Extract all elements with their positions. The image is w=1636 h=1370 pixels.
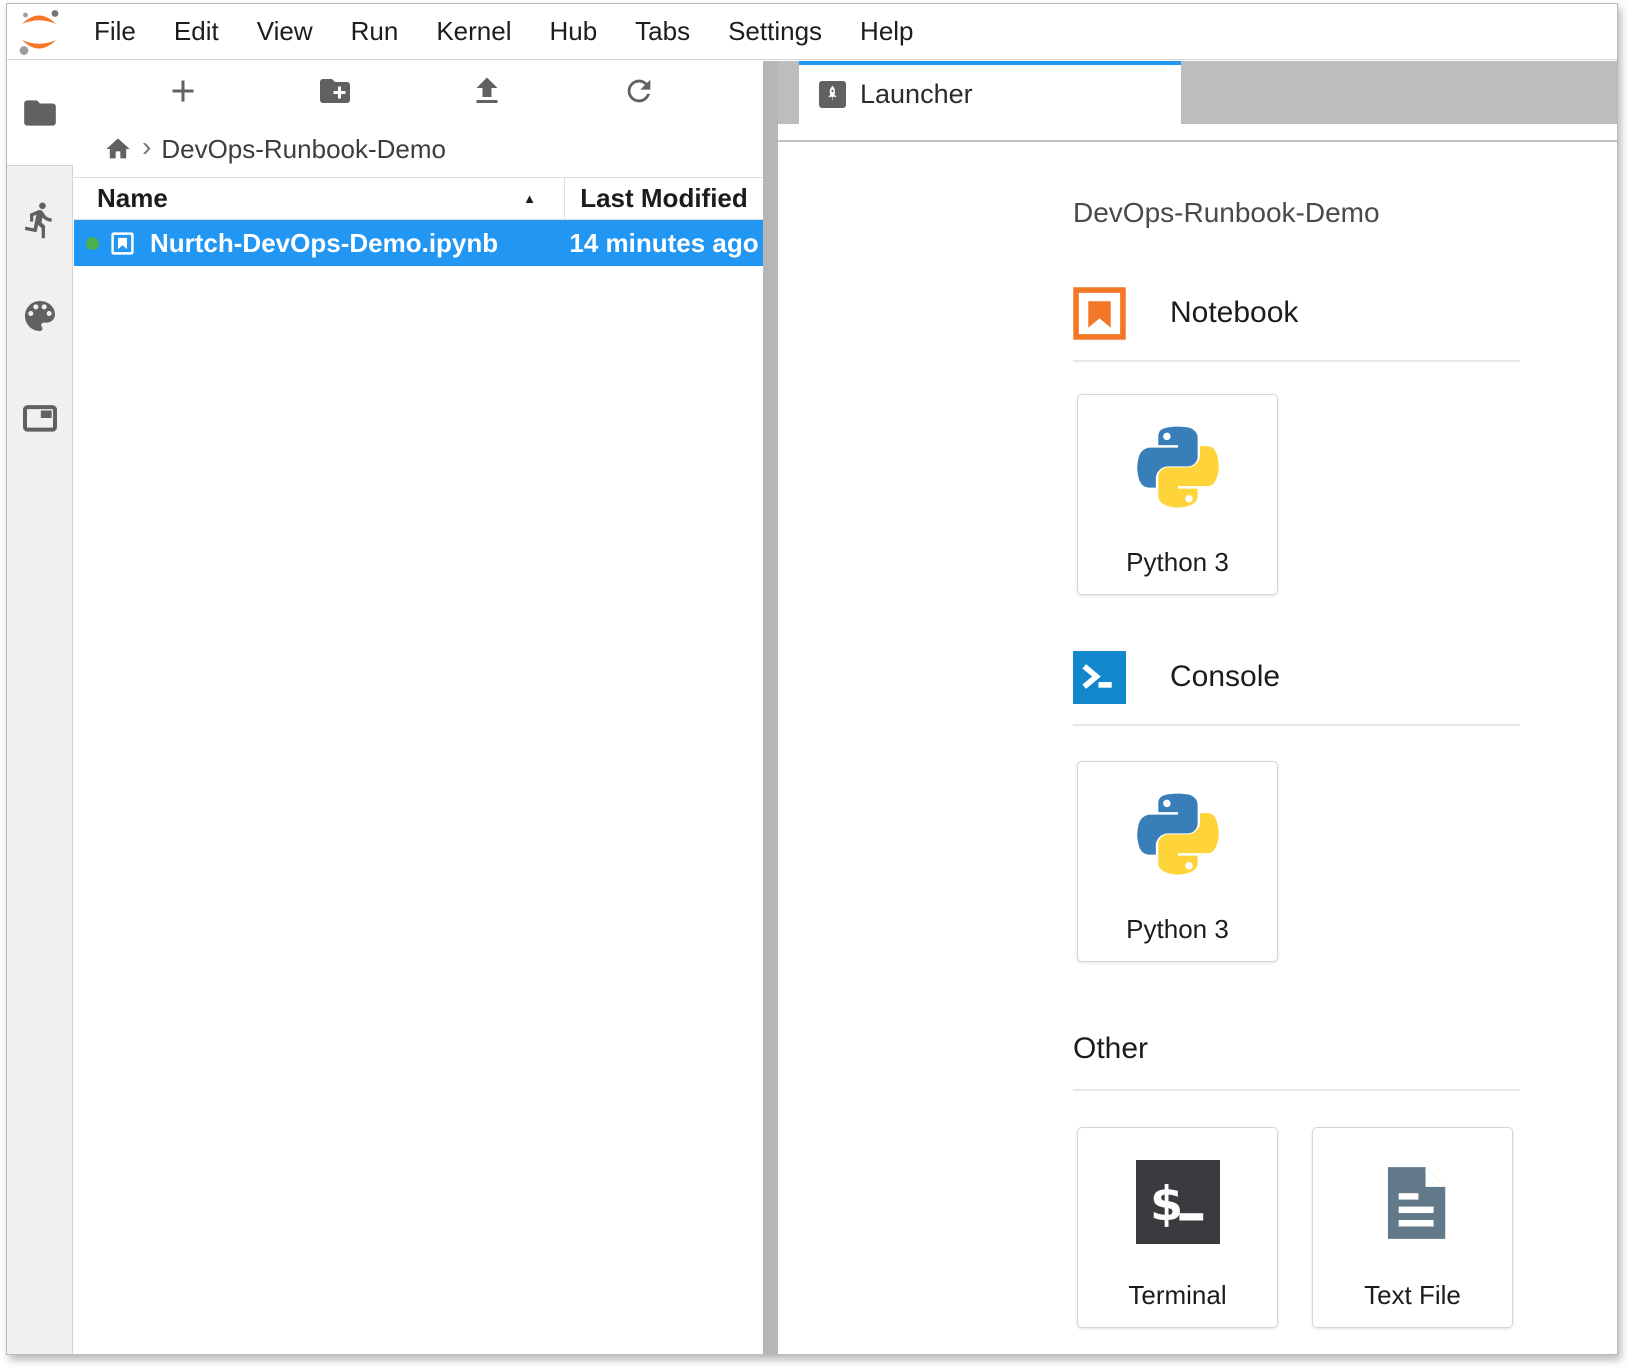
- menu-items: File Edit View Run Kernel Hub Tabs Setti…: [75, 4, 933, 59]
- python-logo-icon: [1127, 792, 1229, 894]
- tabs-icon: [20, 398, 60, 438]
- notebook-cards: Python 3: [1077, 394, 1278, 595]
- notebook-icon: [1073, 287, 1126, 340]
- palette-icon: [20, 296, 60, 336]
- menu-item-hub[interactable]: Hub: [530, 4, 616, 59]
- new-launcher-button[interactable]: [107, 63, 259, 119]
- home-icon[interactable]: [104, 135, 132, 163]
- running-man-icon: [20, 200, 60, 240]
- section-header-console: Console: [1073, 650, 1280, 704]
- active-tab-accent: [799, 61, 1181, 65]
- upload-button[interactable]: [411, 63, 563, 119]
- section-label-console: Console: [1170, 660, 1280, 694]
- folder-icon: [21, 94, 59, 132]
- card-label: Terminal: [1128, 1280, 1226, 1311]
- sort-ascending-icon: ▲: [523, 191, 536, 206]
- refresh-icon: [622, 74, 656, 108]
- column-name-label: Name: [97, 183, 168, 214]
- column-header-last-modified[interactable]: Last Modified: [565, 183, 763, 214]
- section-label-other: Other: [1073, 1032, 1148, 1066]
- activity-bar: [7, 61, 73, 1354]
- menu-bar: File Edit View Run Kernel Hub Tabs Setti…: [7, 4, 1617, 60]
- menu-item-kernel[interactable]: Kernel: [417, 4, 530, 59]
- launcher-card-terminal[interactable]: $ Terminal: [1077, 1127, 1278, 1328]
- menu-item-run[interactable]: Run: [332, 4, 418, 59]
- launcher-rocket-icon: [819, 81, 846, 108]
- sidebar-item-running-sessions[interactable]: [7, 196, 72, 244]
- activity-bar-rest: [7, 165, 73, 1354]
- column-modified-label: Last Modified: [580, 183, 748, 213]
- launcher-card-notebook-python3[interactable]: Python 3: [1077, 394, 1278, 595]
- tab-launcher-label: Launcher: [860, 79, 973, 110]
- upload-icon: [469, 73, 505, 109]
- kernel-running-dot: [86, 237, 99, 250]
- file-row-selected[interactable]: Nurtch-DevOps-Demo.ipynb 14 minutes ago: [74, 220, 763, 266]
- tab-launcher[interactable]: Launcher: [799, 61, 1181, 124]
- sidebar-item-open-tabs[interactable]: [7, 394, 72, 442]
- breadcrumb-current-folder: DevOps-Runbook-Demo: [161, 134, 446, 165]
- notebook-file-icon: [109, 230, 136, 257]
- section-header-notebook: Notebook: [1073, 286, 1298, 340]
- launcher-cwd-title: DevOps-Runbook-Demo: [1073, 197, 1380, 229]
- jupyter-logo-icon: [16, 8, 62, 56]
- plus-icon: [165, 73, 201, 109]
- menu-item-tabs[interactable]: Tabs: [616, 4, 709, 59]
- section-divider: [1073, 1089, 1520, 1091]
- other-cards: $ Terminal Text File: [1077, 1127, 1513, 1328]
- python-logo-icon: [1127, 425, 1229, 527]
- menu-item-settings[interactable]: Settings: [709, 4, 841, 59]
- breadcrumb-separator: ›: [142, 131, 151, 163]
- launcher-card-text-file[interactable]: Text File: [1312, 1127, 1513, 1328]
- main-dock-area: Launcher DevOps-Runbook-Demo Notebook: [778, 61, 1617, 1354]
- new-folder-button[interactable]: [259, 63, 411, 119]
- section-divider: [1073, 724, 1520, 726]
- terminal-icon: $: [1136, 1160, 1220, 1244]
- text-file-icon: [1370, 1160, 1456, 1246]
- jupyterlab-window: File Edit View Run Kernel Hub Tabs Setti…: [6, 3, 1618, 1355]
- section-label-notebook: Notebook: [1170, 296, 1298, 330]
- column-header-name[interactable]: Name ▲: [74, 178, 565, 219]
- sidebar-item-file-browser[interactable]: [7, 61, 73, 165]
- menu-item-edit[interactable]: Edit: [155, 4, 238, 59]
- svg-text:$: $: [1150, 1177, 1183, 1232]
- file-name: Nurtch-DevOps-Demo.ipynb: [150, 228, 498, 259]
- card-label: Python 3: [1126, 547, 1229, 578]
- file-browser-panel: › DevOps-Runbook-Demo Name ▲ Last Modifi…: [74, 61, 763, 1354]
- file-last-modified: 14 minutes ago: [565, 228, 763, 259]
- console-cards: Python 3: [1077, 761, 1278, 962]
- section-header-other: Other: [1073, 1029, 1148, 1069]
- menu-item-help[interactable]: Help: [841, 4, 932, 59]
- launcher-card-console-python3[interactable]: Python 3: [1077, 761, 1278, 962]
- file-browser-toolbar: [74, 61, 763, 121]
- menu-item-file[interactable]: File: [75, 4, 155, 59]
- panel-splitter-handle[interactable]: [763, 61, 778, 1354]
- new-folder-icon: [317, 73, 353, 109]
- file-list-header: Name ▲ Last Modified: [74, 177, 763, 220]
- dock-tab-bar: Launcher: [778, 61, 1617, 124]
- sidebar-item-command-palette[interactable]: [7, 292, 72, 340]
- card-label: Text File: [1364, 1280, 1461, 1311]
- launcher-panel: DevOps-Runbook-Demo Notebook Python 3: [1073, 197, 1523, 1337]
- dock-panel-divider: [778, 140, 1617, 142]
- menu-item-view[interactable]: View: [238, 4, 332, 59]
- refresh-button[interactable]: [563, 63, 715, 119]
- console-icon: [1073, 651, 1126, 704]
- card-label: Python 3: [1126, 914, 1229, 945]
- section-divider: [1073, 360, 1520, 362]
- breadcrumb: › DevOps-Runbook-Demo: [74, 121, 763, 177]
